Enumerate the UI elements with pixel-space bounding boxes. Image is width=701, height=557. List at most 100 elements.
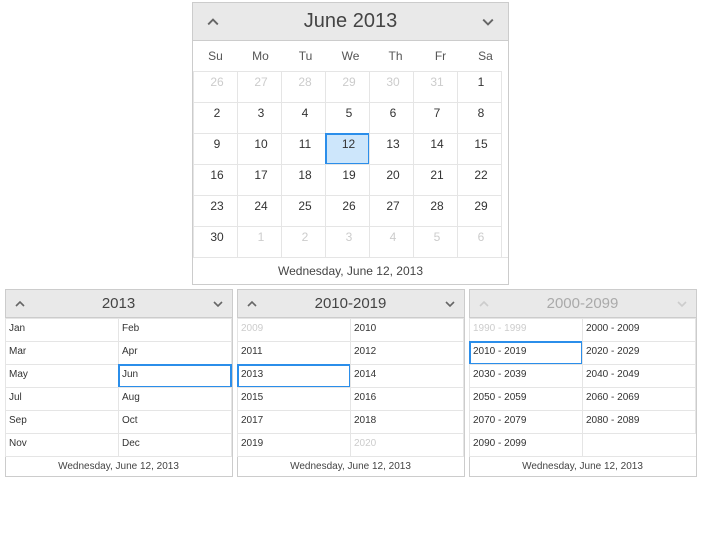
year-cell[interactable]: 2014 [350, 364, 464, 388]
day-cell[interactable]: 29 [457, 195, 502, 227]
day-cell[interactable]: 3 [237, 102, 282, 134]
calendar-year-view: 2013 JanFebMarAprMayJunJulAugSepOctNovDe… [5, 289, 233, 477]
day-cell[interactable]: 10 [237, 133, 282, 165]
month-cell[interactable]: Aug [118, 387, 232, 411]
year-cell[interactable]: 2012 [350, 341, 464, 365]
day-cell[interactable]: 1 [457, 71, 502, 103]
day-cell[interactable]: 21 [413, 164, 458, 196]
calendar-footer[interactable]: Wednesday, June 12, 2013 [6, 456, 232, 476]
calendar-title[interactable]: 2013 [34, 295, 204, 312]
month-cell[interactable]: Jan [5, 318, 119, 342]
calendar-header: 2010-2019 [238, 290, 464, 318]
decade-cell[interactable]: 1990 - 1999 [469, 318, 583, 342]
day-cell[interactable]: 6 [369, 102, 414, 134]
day-cell[interactable]: 6 [457, 226, 502, 258]
day-cell[interactable]: 28 [413, 195, 458, 227]
day-cell[interactable]: 18 [281, 164, 326, 196]
month-cell[interactable]: Sep [5, 410, 119, 434]
day-cell[interactable]: 4 [369, 226, 414, 258]
month-cell[interactable]: Jul [5, 387, 119, 411]
year-cell[interactable]: 2011 [237, 341, 351, 365]
year-cell[interactable]: 2009 [237, 318, 351, 342]
day-cell[interactable]: 31 [413, 71, 458, 103]
calendar-title[interactable]: 2010-2019 [266, 295, 436, 312]
calendar-footer[interactable]: Wednesday, June 12, 2013 [238, 456, 464, 476]
day-cell[interactable]: 4 [281, 102, 326, 134]
year-cell[interactable]: 2013 [237, 364, 351, 388]
decade-cell[interactable]: 2010 - 2019 [469, 341, 583, 365]
prev-year-button[interactable] [6, 290, 34, 317]
day-of-week-label: Su [193, 41, 238, 71]
decade-cell[interactable]: 2050 - 2059 [469, 387, 583, 411]
day-cell[interactable]: 15 [457, 133, 502, 165]
day-cell[interactable]: 2 [193, 102, 238, 134]
day-cell[interactable]: 24 [237, 195, 282, 227]
next-month-button[interactable] [468, 3, 508, 40]
day-cell[interactable]: 22 [457, 164, 502, 196]
decade-cell[interactable]: 2020 - 2029 [582, 341, 696, 365]
year-cell[interactable]: 2020 [350, 433, 464, 457]
month-cell[interactable]: Mar [5, 341, 119, 365]
year-cell[interactable]: 2019 [237, 433, 351, 457]
day-cell[interactable]: 1 [237, 226, 282, 258]
day-cell[interactable]: 5 [413, 226, 458, 258]
day-cell[interactable]: 27 [369, 195, 414, 227]
day-of-week-label: Fr [418, 41, 463, 71]
calendar-footer[interactable]: Wednesday, June 12, 2013 [470, 456, 696, 476]
decade-cell[interactable]: 2090 - 2099 [469, 433, 583, 457]
decade-cell[interactable]: 2070 - 2079 [469, 410, 583, 434]
chevron-down-icon [482, 16, 494, 28]
day-cell[interactable]: 27 [237, 71, 282, 103]
day-cell[interactable]: 3 [325, 226, 370, 258]
decade-cell[interactable]: 2030 - 2039 [469, 364, 583, 388]
day-cell[interactable]: 26 [193, 71, 238, 103]
next-decade-button[interactable] [436, 290, 464, 317]
year-cell[interactable]: 2018 [350, 410, 464, 434]
day-cell[interactable]: 11 [281, 133, 326, 165]
day-cell[interactable]: 14 [413, 133, 458, 165]
next-year-button[interactable] [204, 290, 232, 317]
day-cell[interactable]: 19 [325, 164, 370, 196]
day-cell[interactable]: 30 [369, 71, 414, 103]
day-cell[interactable]: 9 [193, 133, 238, 165]
day-cell[interactable]: 28 [281, 71, 326, 103]
day-of-week-label: We [328, 41, 373, 71]
year-cell[interactable]: 2016 [350, 387, 464, 411]
decade-cell[interactable]: 2080 - 2089 [582, 410, 696, 434]
decade-cell[interactable]: 2060 - 2069 [582, 387, 696, 411]
day-cell[interactable]: 7 [413, 102, 458, 134]
calendar-decade-view: 2010-2019 200920102011201220132014201520… [237, 289, 465, 477]
day-cell[interactable]: 17 [237, 164, 282, 196]
prev-decade-button[interactable] [238, 290, 266, 317]
month-cell[interactable]: Jun [118, 364, 232, 388]
calendar-footer[interactable]: Wednesday, June 12, 2013 [193, 257, 508, 284]
month-cell[interactable]: Dec [118, 433, 232, 457]
day-cell[interactable]: 23 [193, 195, 238, 227]
day-cell[interactable]: 16 [193, 164, 238, 196]
calendar-title[interactable]: June 2013 [233, 10, 468, 33]
day-cell[interactable]: 8 [457, 102, 502, 134]
prev-month-button[interactable] [193, 3, 233, 40]
month-cell[interactable]: Oct [118, 410, 232, 434]
day-cell[interactable]: 5 [325, 102, 370, 134]
decade-cell[interactable]: 2040 - 2049 [582, 364, 696, 388]
month-cell[interactable]: May [5, 364, 119, 388]
year-cell[interactable]: 2010 [350, 318, 464, 342]
day-cell[interactable]: 25 [281, 195, 326, 227]
calendar-header: 2013 [6, 290, 232, 318]
day-cell[interactable]: 13 [369, 133, 414, 165]
day-of-week-label: Sa [463, 41, 508, 71]
day-cell[interactable]: 26 [325, 195, 370, 227]
year-cell[interactable]: 2017 [237, 410, 351, 434]
day-cell[interactable]: 20 [369, 164, 414, 196]
day-cell[interactable]: 30 [193, 226, 238, 258]
month-cell[interactable]: Apr [118, 341, 232, 365]
day-cell[interactable]: 2 [281, 226, 326, 258]
year-cell[interactable]: 2015 [237, 387, 351, 411]
decade-cell[interactable]: 2000 - 2009 [582, 318, 696, 342]
day-of-week-label: Mo [238, 41, 283, 71]
day-cell[interactable]: 12 [325, 133, 370, 165]
day-cell[interactable]: 29 [325, 71, 370, 103]
month-cell[interactable]: Feb [118, 318, 232, 342]
month-cell[interactable]: Nov [5, 433, 119, 457]
